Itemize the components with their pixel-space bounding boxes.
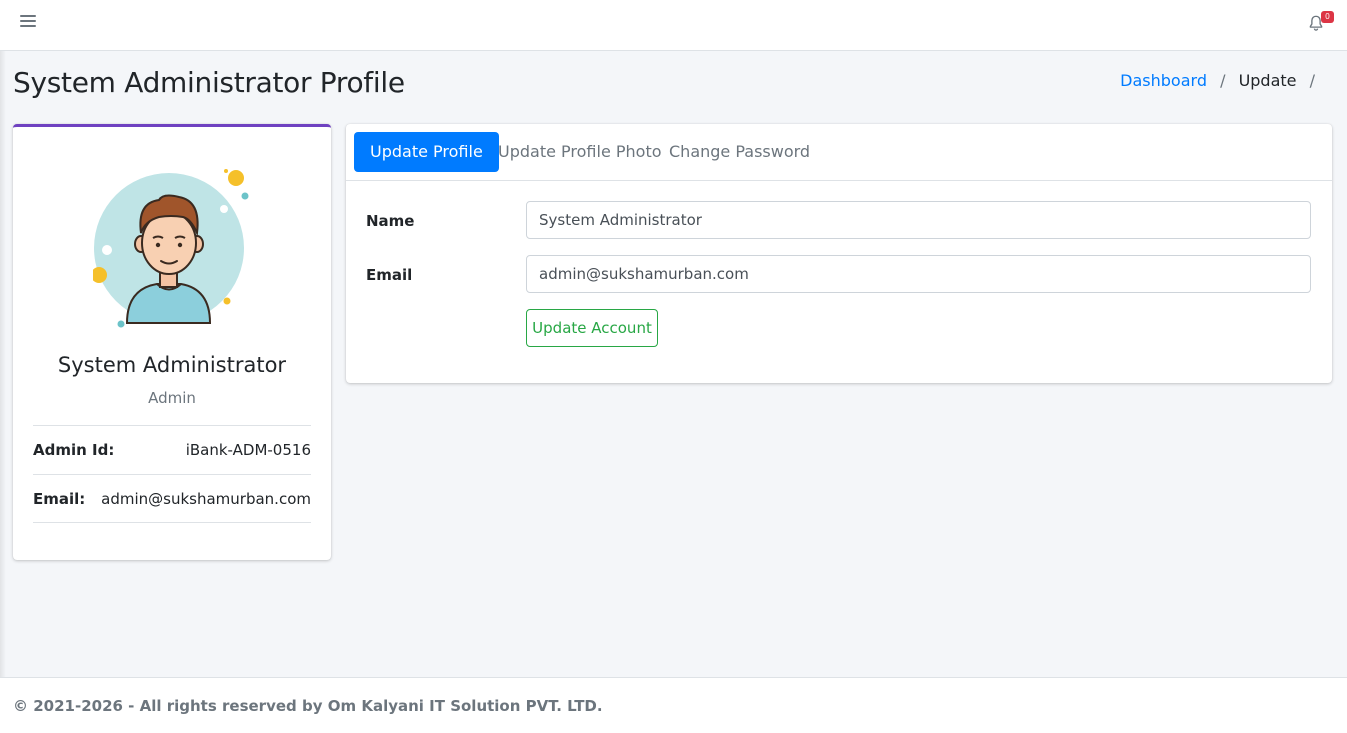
- avatar: [93, 169, 249, 328]
- profile-name: System Administrator: [57, 353, 287, 377]
- email-label: Email:: [33, 489, 86, 508]
- breadcrumb-dashboard-link[interactable]: Dashboard: [1120, 71, 1207, 90]
- name-label: Name: [366, 212, 415, 230]
- hamburger-icon[interactable]: [20, 15, 36, 29]
- profile-info-list: Admin Id: iBank-ADM-0516 Email: admin@su…: [33, 425, 311, 523]
- admin-id-value: iBank-ADM-0516: [185, 441, 311, 459]
- breadcrumb: Dashboard / Update /: [1120, 71, 1323, 90]
- profile-card: System Administrator Admin Admin Id: iBa…: [13, 124, 331, 560]
- page-title: System Administrator Profile: [13, 66, 405, 99]
- breadcrumb-separator: /: [1309, 71, 1315, 90]
- tab-bar: Update Profile Update Profile Photo Chan…: [346, 124, 1332, 181]
- top-navbar: 0: [0, 0, 1347, 51]
- breadcrumb-current: Update: [1238, 71, 1297, 90]
- footer-copyright: © 2021-2026 - All rights reserved by Om …: [13, 697, 603, 715]
- profile-role: Admin: [148, 389, 196, 407]
- sidebar-edge: [0, 0, 6, 733]
- name-field[interactable]: [526, 201, 1311, 239]
- email-label: Email: [366, 266, 413, 284]
- tab-update-profile[interactable]: Update Profile: [354, 132, 499, 172]
- tab-change-password[interactable]: Change Password: [653, 132, 826, 172]
- update-profile-card: Update Profile Update Profile Photo Chan…: [346, 124, 1332, 383]
- admin-id-label: Admin Id:: [33, 441, 115, 459]
- email-value: admin@sukshamurban.com: [101, 489, 311, 508]
- tab-update-profile-photo[interactable]: Update Profile Photo: [482, 132, 678, 172]
- notification-count-badge: 0: [1321, 11, 1334, 23]
- footer: © 2021-2026 - All rights reserved by Om …: [0, 677, 1347, 733]
- email-field[interactable]: [526, 255, 1311, 293]
- list-item: Email: admin@sukshamurban.com: [33, 474, 311, 523]
- update-account-button[interactable]: Update Account: [526, 309, 658, 347]
- list-item: Admin Id: iBank-ADM-0516: [33, 425, 311, 474]
- breadcrumb-separator: /: [1220, 71, 1226, 90]
